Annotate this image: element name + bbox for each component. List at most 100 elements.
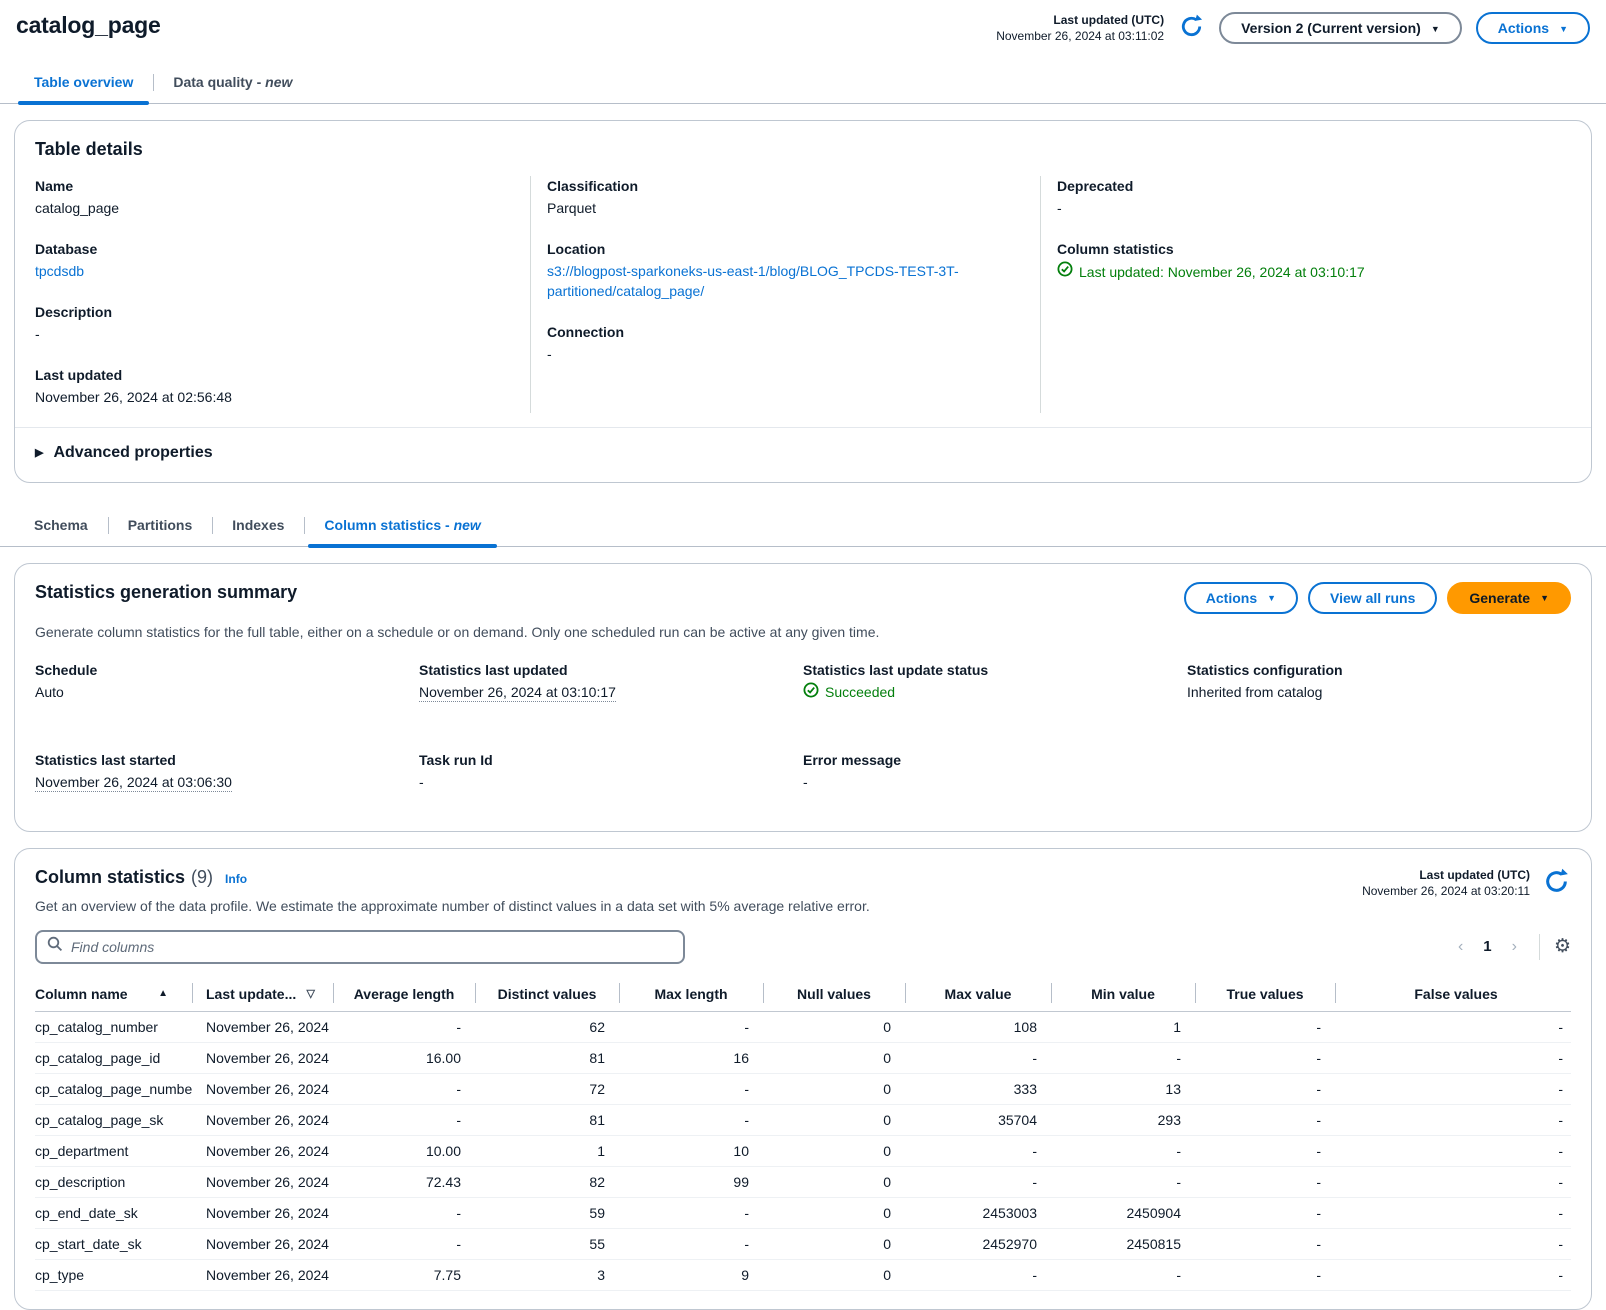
- cell-min-value: 2450904: [1051, 1197, 1195, 1228]
- refresh-button[interactable]: [1178, 13, 1205, 43]
- cell-column-name: cp_type: [35, 1259, 192, 1290]
- cell-false-values: -: [1335, 1259, 1571, 1290]
- header-max-length[interactable]: Max length: [619, 980, 763, 1012]
- cell-null-values: 0: [763, 1042, 905, 1073]
- cell-true-values: -: [1195, 1197, 1335, 1228]
- schedule-label: Schedule: [35, 660, 419, 680]
- cell-max-length: -: [619, 1104, 763, 1135]
- field-database: Database tpcdsdb: [35, 239, 510, 281]
- cell-max-value: 333: [905, 1073, 1051, 1104]
- table-refresh-button[interactable]: [1542, 867, 1571, 899]
- header-average-length-label: Average length: [354, 986, 455, 1002]
- error-message-value: -: [803, 772, 1187, 792]
- cell-distinct-values: 62: [475, 1011, 619, 1042]
- cell-column-name: cp_description: [35, 1166, 192, 1197]
- table-settings-button[interactable]: ⚙: [1554, 937, 1571, 956]
- previous-page-button[interactable]: ‹: [1450, 936, 1471, 958]
- column-statistics-description: Get an overview of the data profile. We …: [35, 896, 870, 916]
- header-true-values[interactable]: True values: [1195, 980, 1335, 1012]
- header-min-value[interactable]: Min value: [1051, 980, 1195, 1012]
- classification-value: Parquet: [547, 198, 1020, 218]
- tab-partitions[interactable]: Partitions: [108, 507, 213, 546]
- header-column-name[interactable]: Column name ▲: [35, 980, 192, 1012]
- table-row: cp_catalog_page_sk November 26, 2024 - 8…: [35, 1104, 1571, 1135]
- cell-null-values: 0: [763, 1011, 905, 1042]
- table-row: cp_department November 26, 2024 10.00 1 …: [35, 1135, 1571, 1166]
- header-average-length[interactable]: Average length: [333, 980, 475, 1012]
- tab-column-statistics-label: Column statistics -: [324, 517, 453, 533]
- header-distinct-values[interactable]: Distinct values: [475, 980, 619, 1012]
- cell-null-values: 0: [763, 1073, 905, 1104]
- database-link[interactable]: tpcdsdb: [35, 263, 84, 279]
- view-all-runs-button[interactable]: View all runs: [1308, 582, 1437, 614]
- cell-max-length: 16: [619, 1042, 763, 1073]
- field-column-statistics-status: Column statistics Last updated: November…: [1057, 239, 1551, 282]
- cell-last-update: November 26, 2024: [192, 1135, 333, 1166]
- advanced-properties-toggle[interactable]: ▶ Advanced properties: [35, 444, 213, 462]
- header-last-update[interactable]: Last update... ▽: [192, 980, 333, 1012]
- stats-config-label: Statistics configuration: [1187, 660, 1571, 680]
- cell-last-update: November 26, 2024: [192, 1011, 333, 1042]
- cell-false-values: -: [1335, 1042, 1571, 1073]
- header-null-values[interactable]: Null values: [763, 980, 905, 1012]
- cell-average-length: -: [333, 1073, 475, 1104]
- cell-min-value: -: [1051, 1166, 1195, 1197]
- search-input[interactable]: [71, 939, 673, 955]
- cell-distinct-values: 72: [475, 1073, 619, 1104]
- tab-data-quality[interactable]: Data quality - new: [153, 64, 312, 103]
- chevron-down-icon: ▼: [1540, 594, 1549, 603]
- header-false-values[interactable]: False values: [1335, 980, 1571, 1012]
- tab-indexes[interactable]: Indexes: [212, 507, 304, 546]
- section-tab-bar: Schema Partitions Indexes Column statist…: [0, 507, 1606, 547]
- header-distinct-values-label: Distinct values: [498, 986, 597, 1002]
- cell-average-length: 7.75: [333, 1259, 475, 1290]
- connection-label: Connection: [547, 322, 1020, 342]
- stats-actions-button[interactable]: Actions ▼: [1184, 582, 1298, 614]
- tab-data-quality-new-badge: new: [265, 74, 292, 90]
- tab-data-quality-label: Data quality -: [173, 74, 265, 90]
- generate-button[interactable]: Generate ▼: [1447, 582, 1571, 614]
- tab-table-overview[interactable]: Table overview: [14, 64, 153, 103]
- tab-schema[interactable]: Schema: [14, 507, 108, 546]
- cell-max-value: -: [905, 1259, 1051, 1290]
- cell-last-update: November 26, 2024: [192, 1166, 333, 1197]
- advanced-properties-section: ▶ Advanced properties: [15, 427, 1591, 464]
- last-updated-value: November 26, 2024 at 02:56:48: [35, 387, 510, 407]
- page-header: catalog_page Last updated (UTC) November…: [0, 0, 1606, 44]
- sort-icon: ▽: [307, 987, 315, 1000]
- error-message-label: Error message: [803, 750, 1187, 770]
- version-dropdown[interactable]: Version 2 (Current version) ▼: [1219, 12, 1462, 44]
- info-link[interactable]: Info: [225, 872, 247, 886]
- cell-distinct-values: 3: [475, 1259, 619, 1290]
- cell-max-length: -: [619, 1228, 763, 1259]
- page-title: catalog_page: [16, 12, 161, 39]
- page-actions-button[interactable]: Actions ▼: [1476, 12, 1590, 44]
- table-last-updated: Last updated (UTC) November 26, 2024 at …: [1362, 867, 1530, 899]
- chevron-down-icon: ▼: [1559, 25, 1568, 34]
- stats-status-label: Statistics last update status: [803, 660, 1187, 680]
- table-details-col-1: Name catalog_page Database tpcdsdb Descr…: [35, 176, 530, 413]
- location-label: Location: [547, 239, 1020, 259]
- description-label: Description: [35, 302, 510, 322]
- cell-average-length: 72.43: [333, 1166, 475, 1197]
- cell-true-values: -: [1195, 1166, 1335, 1197]
- field-name: Name catalog_page: [35, 176, 510, 218]
- table-details-col-2: Classification Parquet Location s3://blo…: [530, 176, 1040, 413]
- refresh-icon: [1178, 13, 1205, 43]
- cell-last-update: November 26, 2024: [192, 1228, 333, 1259]
- table-row: cp_description November 26, 2024 72.43 8…: [35, 1166, 1571, 1197]
- next-page-button[interactable]: ›: [1504, 936, 1525, 958]
- cell-min-value: 2450815: [1051, 1228, 1195, 1259]
- location-link[interactable]: s3://blogpost-sparkoneks-us-east-1/blog/…: [547, 261, 977, 301]
- header-last-update-label: Last update...: [206, 986, 296, 1002]
- header-max-value[interactable]: Max value: [905, 980, 1051, 1012]
- find-columns-search[interactable]: [35, 930, 685, 964]
- tab-column-statistics[interactable]: Column statistics - new: [304, 507, 500, 546]
- cell-null-values: 0: [763, 1135, 905, 1166]
- header-last-updated: Last updated (UTC) November 26, 2024 at …: [996, 12, 1164, 44]
- sort-ascending-icon: ▲: [158, 988, 168, 999]
- generate-label: Generate: [1469, 590, 1530, 606]
- cell-false-values: -: [1335, 1166, 1571, 1197]
- field-schedule: Schedule Auto: [35, 660, 419, 703]
- tab-schema-label: Schema: [34, 517, 88, 533]
